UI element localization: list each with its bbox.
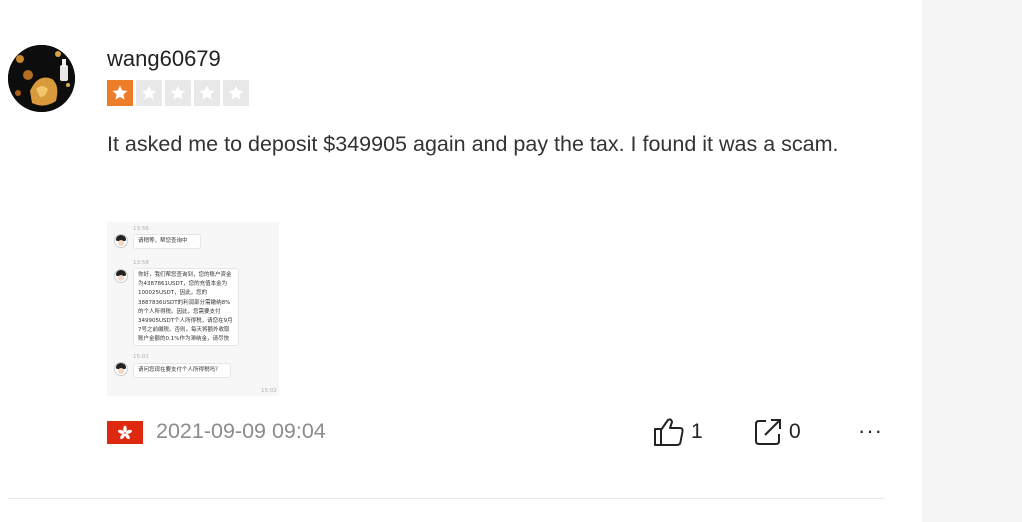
avatar-image <box>8 45 75 112</box>
chat-bubble: 请问您现在要支付个人所得税吗？ <box>133 363 231 379</box>
star-icon-empty <box>165 80 191 106</box>
chat-timestamp: 13:56 <box>133 226 149 232</box>
right-rail <box>922 0 1022 522</box>
share-icon <box>755 419 781 445</box>
star-icon-empty <box>194 80 220 106</box>
chat-avatar <box>114 234 128 248</box>
username[interactable]: wang60679 <box>107 46 221 72</box>
divider <box>8 498 884 499</box>
review-page: wang60679 It asked me to deposit $349905… <box>0 0 1022 522</box>
like-count: 1 <box>691 420 703 443</box>
chat-avatar <box>114 269 128 283</box>
more-options-button[interactable]: ··· <box>858 420 883 442</box>
chat-bubble: 请稍等，帮您查询中 <box>133 234 201 250</box>
review-text: It asked me to deposit $349905 again and… <box>107 132 839 156</box>
chat-timestamp: 15:01 <box>133 354 149 360</box>
share-button[interactable]: 0 <box>753 417 801 447</box>
star-rating <box>107 80 249 106</box>
chat-timestamp: 15:02 <box>261 388 277 394</box>
chat-bubble: 你好，我们帮您查询到，您的账户资金为4387861USDT，您的充值本金为100… <box>133 268 239 346</box>
chat-avatar <box>114 362 128 376</box>
review-attachment-image[interactable]: 13:56 请稍等，帮您查询中 13:58 你好，我们帮您查询到，您的账户资金为… <box>107 222 279 396</box>
share-count: 0 <box>789 420 801 443</box>
star-icon-empty <box>223 80 249 106</box>
star-icon-empty <box>136 80 162 106</box>
user-avatar[interactable] <box>8 45 75 112</box>
star-icon-filled <box>107 80 133 106</box>
like-button[interactable]: 1 <box>653 417 703 447</box>
chat-timestamp: 13:58 <box>133 260 149 266</box>
review-date: 2021-09-09 09:04 <box>156 419 326 443</box>
thumbs-up-icon <box>654 418 684 446</box>
hong-kong-flag-icon <box>107 421 143 444</box>
